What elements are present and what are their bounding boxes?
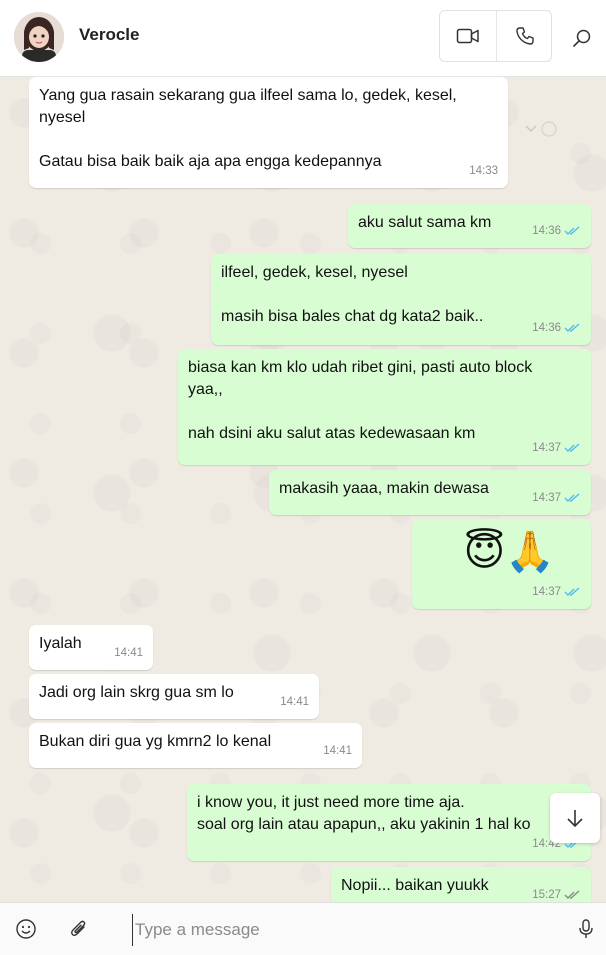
- message-bubble-outgoing[interactable]: aku salut sama km 14:36: [348, 204, 591, 248]
- message-meta: 14:37: [532, 581, 581, 603]
- clock-icon: [541, 121, 557, 137]
- phone-icon: [515, 27, 534, 45]
- arrow-down-icon: [567, 810, 583, 828]
- attach-button[interactable]: [67, 917, 91, 941]
- delivered-ticks-icon: [564, 890, 580, 899]
- message-bubble-outgoing[interactable]: biasa kan km klo udah ribet gini, pasti …: [178, 349, 591, 465]
- chat-header: Verocle: [0, 0, 606, 77]
- message-meta: 15:27: [532, 884, 581, 902]
- message-time: 14:37: [532, 442, 561, 454]
- avatar[interactable]: [14, 12, 64, 62]
- read-ticks-icon: [564, 226, 580, 235]
- voice-message-button[interactable]: [574, 917, 598, 941]
- message-bubble-outgoing[interactable]: Nopii... baikan yuukk 15:27: [331, 867, 591, 902]
- message-time: 14:36: [532, 322, 561, 334]
- message-text: Yang gua rasain sekarang gua ilfeel sama…: [39, 87, 457, 170]
- emoji-icon: [16, 919, 36, 939]
- message-composer: [0, 902, 606, 955]
- message-time: 14:41: [323, 745, 352, 757]
- video-call-button[interactable]: [440, 11, 496, 61]
- message-bubble-outgoing[interactable]: i know you, it just need more time aja. …: [187, 784, 591, 861]
- message-meta: 14:37: [532, 487, 581, 509]
- message-meta: 14:33: [469, 160, 498, 182]
- message-time: 14:41: [114, 647, 143, 659]
- message-text: Jadi org lain skrg gua sm lo: [39, 684, 234, 701]
- message-text: biasa kan km klo udah ribet gini, pasti …: [188, 359, 533, 442]
- message-time: 14:36: [532, 225, 561, 237]
- message-bubble-outgoing[interactable]: ilfeel, gedek, kesel, nyesel masih bisa …: [211, 254, 591, 345]
- message-meta: 14:36: [532, 220, 581, 242]
- message-meta: 14:41: [280, 691, 309, 713]
- message-bubble-outgoing[interactable]: 😇🙏 14:37: [412, 519, 591, 609]
- message-meta: 14:41: [114, 642, 143, 664]
- read-ticks-icon: [564, 443, 580, 452]
- emoji-button[interactable]: [14, 917, 38, 941]
- message-bubble-outgoing[interactable]: makasih yaaa, makin dewasa 14:37: [269, 470, 591, 515]
- voice-call-button[interactable]: [496, 11, 552, 61]
- message-meta: 14:36: [532, 317, 581, 339]
- message-bubble-incoming[interactable]: Yang gua rasain sekarang gua ilfeel sama…: [29, 77, 508, 188]
- call-buttons-group: [439, 10, 552, 62]
- message-bubble-incoming[interactable]: Bukan diri gua yg kmrn2 lo kenal 14:41: [29, 723, 362, 768]
- message-text: Bukan diri gua yg kmrn2 lo kenal: [39, 733, 272, 750]
- scroll-to-bottom-button[interactable]: [550, 793, 600, 843]
- emoji-message: 😇🙏: [463, 530, 555, 574]
- read-ticks-icon: [564, 323, 580, 332]
- read-ticks-icon: [564, 587, 580, 596]
- message-bubble-incoming[interactable]: Jadi org lain skrg gua sm lo 14:41: [29, 674, 319, 719]
- read-ticks-icon: [564, 493, 580, 502]
- avatar-image: [14, 12, 64, 62]
- message-text: ilfeel, gedek, kesel, nyesel masih bisa …: [221, 264, 484, 325]
- contact-name[interactable]: Verocle: [79, 25, 140, 45]
- message-meta: 14:41: [323, 740, 352, 762]
- video-camera-icon: [456, 28, 479, 44]
- message-list[interactable]: Yang gua rasain sekarang gua ilfeel sama…: [0, 77, 606, 902]
- search-button[interactable]: [568, 24, 596, 52]
- message-time: 15:27: [532, 889, 561, 901]
- message-meta: 14:37: [532, 437, 581, 459]
- chevron-down-icon: [525, 125, 537, 133]
- unread-scroll-indicator[interactable]: [524, 116, 564, 142]
- microphone-icon: [579, 919, 593, 938]
- search-icon: [573, 29, 591, 47]
- message-bubble-incoming[interactable]: Iyalah 14:41: [29, 625, 153, 670]
- message-text: i know you, it just need more time aja. …: [197, 794, 531, 833]
- message-time: 14:41: [280, 696, 309, 708]
- message-time: 14:37: [532, 586, 561, 598]
- message-time: 14:37: [532, 492, 561, 504]
- message-time: 14:33: [469, 165, 498, 177]
- message-input[interactable]: [132, 914, 557, 946]
- paperclip-icon: [71, 920, 86, 936]
